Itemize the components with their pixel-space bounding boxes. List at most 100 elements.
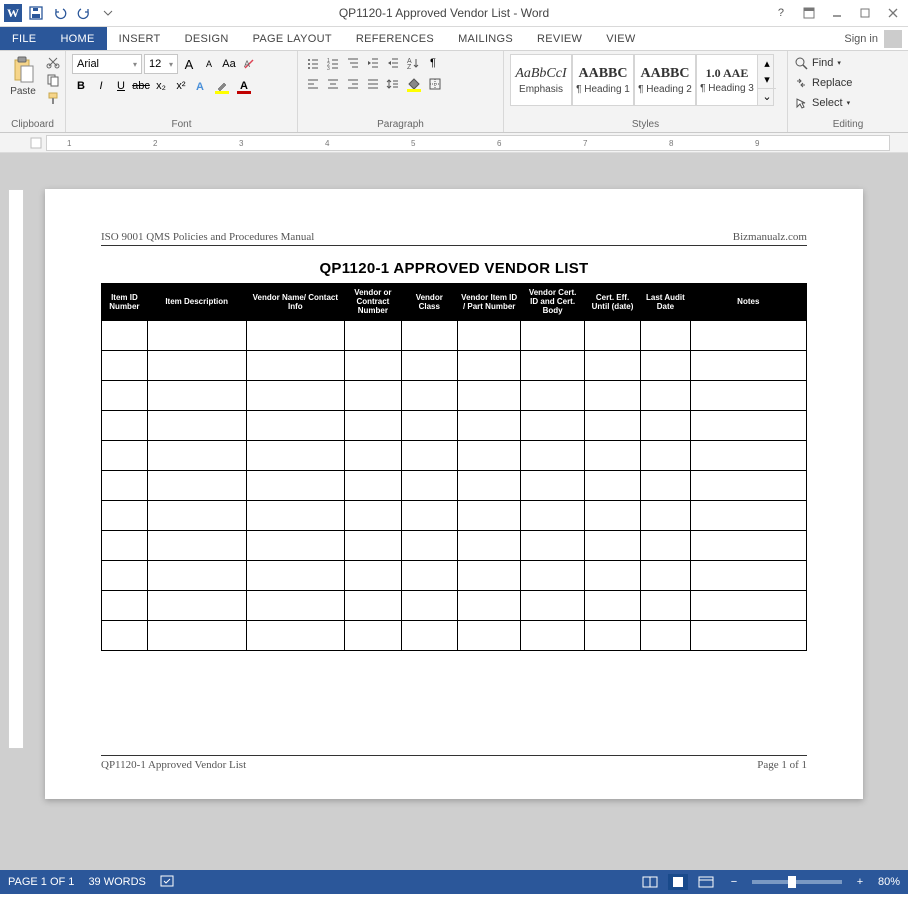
table-cell[interactable] <box>521 590 584 620</box>
redo-icon[interactable] <box>74 3 94 23</box>
table-cell[interactable] <box>345 560 401 590</box>
table-cell[interactable] <box>147 380 246 410</box>
table-cell[interactable] <box>690 590 806 620</box>
table-cell[interactable] <box>641 320 690 350</box>
table-cell[interactable] <box>102 590 148 620</box>
save-icon[interactable] <box>26 3 46 23</box>
table-cell[interactable] <box>345 590 401 620</box>
table-cell[interactable] <box>641 440 690 470</box>
text-effects-icon[interactable]: A <box>192 77 210 95</box>
table-cell[interactable] <box>401 500 457 530</box>
table-cell[interactable] <box>584 530 640 560</box>
table-row[interactable] <box>102 530 807 560</box>
table-cell[interactable] <box>246 470 345 500</box>
table-cell[interactable] <box>246 350 345 380</box>
style-emphasis[interactable]: AaBbCcI Emphasis <box>510 54 572 106</box>
table-cell[interactable] <box>457 470 520 500</box>
numbering-icon[interactable]: 123 <box>324 54 342 72</box>
table-cell[interactable] <box>401 620 457 650</box>
table-cell[interactable] <box>521 620 584 650</box>
table-cell[interactable] <box>521 380 584 410</box>
style-heading-3[interactable]: 1.0 AAE ¶ Heading 3 <box>696 54 758 106</box>
table-cell[interactable] <box>457 590 520 620</box>
status-page[interactable]: PAGE 1 OF 1 <box>8 876 74 888</box>
styles-more-icon[interactable]: ⌄ <box>758 88 776 105</box>
table-cell[interactable] <box>584 590 640 620</box>
table-cell[interactable] <box>457 380 520 410</box>
table-cell[interactable] <box>345 410 401 440</box>
qat-customize-icon[interactable] <box>98 3 118 23</box>
table-cell[interactable] <box>521 350 584 380</box>
avatar-icon[interactable] <box>884 30 902 48</box>
table-cell[interactable] <box>690 470 806 500</box>
table-cell[interactable] <box>641 530 690 560</box>
table-cell[interactable] <box>246 410 345 440</box>
table-cell[interactable] <box>690 440 806 470</box>
table-row[interactable] <box>102 320 807 350</box>
table-cell[interactable] <box>147 620 246 650</box>
table-cell[interactable] <box>521 470 584 500</box>
table-cell[interactable] <box>147 410 246 440</box>
spellcheck-icon[interactable] <box>160 875 176 889</box>
change-case-icon[interactable]: Aa <box>220 55 238 73</box>
table-cell[interactable] <box>401 380 457 410</box>
shading-button[interactable] <box>404 75 424 93</box>
table-header-cell[interactable]: Vendor Name/ Contact Info <box>246 284 345 321</box>
table-cell[interactable] <box>345 350 401 380</box>
zoom-slider[interactable] <box>752 880 842 884</box>
close-icon[interactable] <box>882 3 904 23</box>
table-cell[interactable] <box>401 410 457 440</box>
table-cell[interactable] <box>246 440 345 470</box>
tab-home[interactable]: HOME <box>48 27 106 50</box>
table-cell[interactable] <box>457 500 520 530</box>
tab-references[interactable]: REFERENCES <box>344 27 446 50</box>
table-row[interactable] <box>102 380 807 410</box>
table-cell[interactable] <box>345 440 401 470</box>
table-cell[interactable] <box>641 380 690 410</box>
table-header-cell[interactable]: Cert. Eff. Until (date) <box>584 284 640 321</box>
table-cell[interactable] <box>147 440 246 470</box>
ribbon-display-icon[interactable] <box>798 3 820 23</box>
tab-page-layout[interactable]: PAGE LAYOUT <box>241 27 344 50</box>
table-cell[interactable] <box>345 380 401 410</box>
table-cell[interactable] <box>147 350 246 380</box>
table-cell[interactable] <box>147 500 246 530</box>
table-cell[interactable] <box>457 350 520 380</box>
table-cell[interactable] <box>147 320 246 350</box>
table-cell[interactable] <box>246 320 345 350</box>
table-cell[interactable] <box>102 380 148 410</box>
table-cell[interactable] <box>457 410 520 440</box>
web-layout-icon[interactable] <box>696 874 716 890</box>
styles-up-icon[interactable]: ▴ <box>758 55 776 71</box>
table-cell[interactable] <box>102 320 148 350</box>
status-words[interactable]: 39 WORDS <box>88 876 145 888</box>
table-cell[interactable] <box>690 530 806 560</box>
table-cell[interactable] <box>584 380 640 410</box>
table-cell[interactable] <box>641 590 690 620</box>
print-layout-icon[interactable] <box>668 874 688 890</box>
highlight-color-button[interactable] <box>212 77 232 95</box>
table-cell[interactable] <box>345 620 401 650</box>
align-right-icon[interactable] <box>344 75 362 93</box>
table-cell[interactable] <box>102 410 148 440</box>
bullets-icon[interactable] <box>304 54 322 72</box>
table-row[interactable] <box>102 410 807 440</box>
table-cell[interactable] <box>641 560 690 590</box>
table-cell[interactable] <box>102 470 148 500</box>
table-cell[interactable] <box>457 440 520 470</box>
table-cell[interactable] <box>102 620 148 650</box>
table-cell[interactable] <box>584 470 640 500</box>
table-row[interactable] <box>102 440 807 470</box>
maximize-icon[interactable] <box>854 3 876 23</box>
table-cell[interactable] <box>521 530 584 560</box>
table-cell[interactable] <box>521 410 584 440</box>
table-cell[interactable] <box>457 620 520 650</box>
underline-button[interactable]: U <box>112 77 130 95</box>
table-header-cell[interactable]: Vendor or Contract Number <box>345 284 401 321</box>
table-header-cell[interactable]: Vendor Cert. ID and Cert. Body <box>521 284 584 321</box>
sort-icon[interactable]: AZ <box>404 54 422 72</box>
table-cell[interactable] <box>246 380 345 410</box>
multilevel-list-icon[interactable] <box>344 54 362 72</box>
table-cell[interactable] <box>690 380 806 410</box>
table-row[interactable] <box>102 500 807 530</box>
